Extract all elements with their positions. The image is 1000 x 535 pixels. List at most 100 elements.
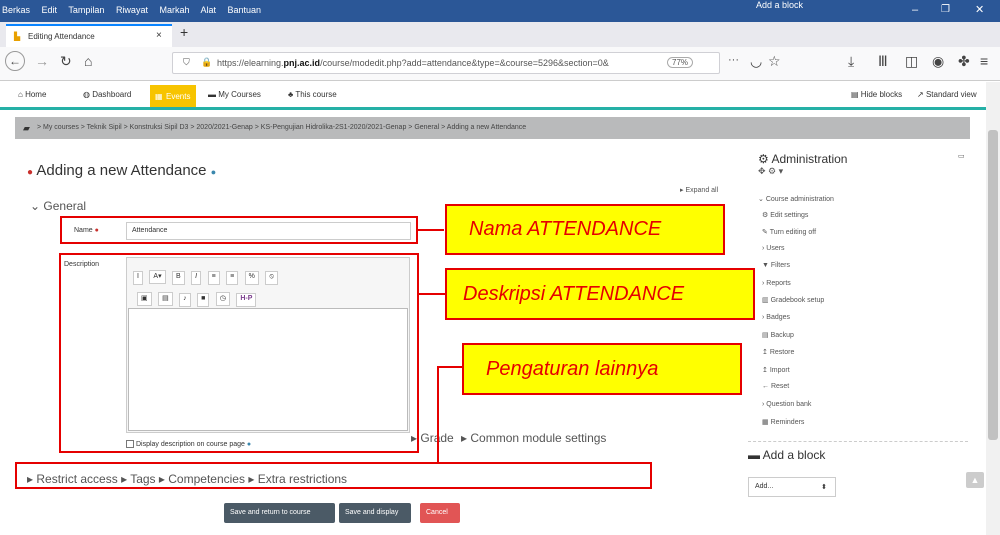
help-icon[interactable]: ●	[211, 167, 216, 177]
annotation-name-box	[60, 216, 418, 244]
menu-bar: Berkas Edit Tampilan Riwayat Markah Alat…	[2, 5, 270, 15]
pencil-icon: ✎	[762, 229, 768, 236]
minimize-button[interactable]: –	[912, 4, 918, 16]
menu-markah[interactable]: Markah	[159, 5, 189, 15]
new-tab-button[interactable]: +	[180, 24, 188, 40]
save-return-button[interactable]: Save and return to course	[224, 503, 335, 523]
scrollbar-thumb[interactable]	[988, 130, 998, 440]
callout-deskripsi: Deskripsi ATTENDANCE	[445, 268, 755, 320]
connector-line-pengaturan-v	[437, 366, 439, 462]
nav-this-course[interactable]: ♣ This course	[288, 90, 337, 99]
reset-icon: ←	[762, 383, 769, 390]
menu-riwayat[interactable]: Riwayat	[116, 5, 148, 15]
sidebar-badges[interactable]: › Badges	[762, 314, 790, 321]
tab-editing-attendance[interactable]: ▙ Editing Attendance ×	[6, 24, 172, 47]
add-block-behind: Add a block	[756, 0, 804, 10]
sidebar-backup[interactable]: ▤ Backup	[762, 331, 794, 339]
sidebar-turn-editing-off[interactable]: ✎ Turn editing off	[762, 228, 816, 236]
section-general[interactable]: ⌄ General	[30, 199, 86, 213]
callout-pengaturan: Pengaturan lainnya	[462, 343, 742, 395]
extension-icon[interactable]: ✤	[958, 53, 970, 70]
connector-line-description	[419, 293, 445, 295]
folder-icon: ▰	[23, 123, 30, 133]
close-window-button[interactable]: ✕	[975, 3, 984, 16]
section-common-module[interactable]: ▸ Common module settings	[461, 431, 606, 445]
sidebar-reminders[interactable]: ▦ Reminders	[762, 418, 804, 426]
expand-all-link[interactable]: ▸ Expand all	[680, 186, 718, 194]
calendar-icon: ▦	[762, 419, 769, 426]
sidebar-question-bank[interactable]: › Question bank	[762, 401, 811, 408]
callout-nama: Nama ATTENDANCE	[445, 204, 725, 255]
url-text: https://elearning.pnj.ac.id/course/moded…	[217, 58, 609, 68]
select-arrow-icon: ⬍	[821, 484, 827, 491]
menu-edit[interactable]: Edit	[42, 5, 58, 15]
home-icon[interactable]: ⌂	[84, 53, 92, 69]
hamburger-menu-icon[interactable]: ≡	[980, 53, 988, 69]
connector-line-pengaturan-h	[438, 366, 462, 368]
gears-icon: ⚙	[758, 152, 769, 166]
shield-icon: ⛉	[183, 57, 190, 67]
sidebar-edit-settings[interactable]: ⚙ Edit settings	[762, 211, 808, 219]
nav-events[interactable]: ▦ Events	[150, 85, 196, 107]
window-titlebar: Berkas Edit Tampilan Riwayat Markah Alat…	[0, 0, 1000, 22]
sidebar-import[interactable]: ↥ Import	[762, 366, 790, 374]
sidebar-gradebook-setup[interactable]: ▥ Gradebook setup	[762, 296, 824, 304]
menu-tampilan[interactable]: Tampilan	[68, 5, 104, 15]
sidebar-reset[interactable]: ← Reset	[762, 383, 789, 390]
add-block-title: ▬ Add a block	[748, 448, 826, 462]
menu-berkas[interactable]: Berkas	[2, 5, 30, 15]
sidebar-toggle-icon[interactable]: ◫	[905, 53, 918, 70]
save-display-button[interactable]: Save and display	[339, 503, 411, 523]
bookmark-star-icon[interactable]: ☆	[768, 53, 781, 70]
connector-line-name	[418, 229, 444, 231]
menu-alat[interactable]: Alat	[201, 5, 217, 15]
lock-icon: 🔒	[201, 57, 213, 67]
page-title: ● Adding a new Attendance ●	[27, 162, 217, 179]
gear-icon: ⚙	[762, 212, 769, 219]
nav-my-courses[interactable]: ▬ My Courses	[208, 90, 261, 99]
calendar-icon: ▦	[155, 92, 163, 101]
filter-icon: ▼	[762, 262, 769, 269]
block-collapse-icon[interactable]: ▭	[958, 152, 965, 160]
reload-icon[interactable]: ↻	[60, 53, 72, 70]
block-icon: ▬	[748, 448, 760, 462]
sidebar-users[interactable]: › Users	[762, 245, 785, 252]
breadcrumb-text[interactable]: > My courses > Teknik Sipil > Konstruksi…	[37, 124, 526, 131]
tab-title: Editing Attendance	[28, 32, 95, 41]
download-icon[interactable]: ⤓	[848, 53, 854, 70]
annotation-other-settings-box	[15, 462, 652, 489]
sidebar-filters[interactable]: ▼ Filters	[762, 262, 790, 269]
breadcrumb: ▰ > My courses > Teknik Sipil > Konstruk…	[15, 117, 970, 139]
import-icon: ↥	[762, 367, 768, 374]
backup-icon: ▤	[762, 332, 769, 339]
administration-title: ⚙ Administration	[758, 152, 848, 166]
url-bar[interactable]: ⛉ 🔒 https://elearning.pnj.ac.id/course/m…	[172, 52, 720, 74]
forward-icon[interactable]: →	[35, 53, 49, 69]
nav-dashboard[interactable]: ◍ Dashboard	[83, 90, 131, 99]
nav-home[interactable]: ⌂ Home	[18, 90, 46, 99]
annotation-description-box	[59, 253, 419, 453]
sidebar-restore[interactable]: ↥ Restore	[762, 348, 794, 356]
menu-bantuan[interactable]: Bantuan	[228, 5, 262, 15]
tab-close-icon[interactable]: ×	[156, 30, 162, 41]
moodle-favicon-icon: ▙	[14, 32, 21, 41]
standard-view-link[interactable]: ↗ Standard view	[917, 90, 977, 99]
back-to-top-button[interactable]: ▲	[966, 472, 984, 488]
account-icon[interactable]: ◉	[932, 53, 944, 70]
grades-icon: ▥	[762, 297, 769, 304]
pocket-icon[interactable]: ◡	[750, 53, 762, 70]
zoom-level[interactable]: 77%	[667, 57, 694, 68]
sidebar-divider	[748, 441, 968, 442]
course-admin-node[interactable]: ⌄ Course administration	[758, 195, 834, 203]
required-icon: ●	[27, 167, 34, 178]
sidebar-reports[interactable]: › Reports	[762, 280, 791, 287]
hide-blocks-link[interactable]: ▤ Hide blocks	[851, 90, 902, 99]
library-icon[interactable]: Ⅲ	[878, 53, 888, 70]
maximize-button[interactable]: ❐	[941, 4, 950, 15]
page-actions-icon[interactable]: ···	[728, 54, 739, 66]
back-icon[interactable]: ←	[5, 51, 25, 71]
add-block-select[interactable]: Add... ⬍	[748, 477, 836, 497]
cancel-button[interactable]: Cancel	[420, 503, 460, 523]
block-actions[interactable]: ✥ ⚙ ▾	[758, 166, 783, 177]
restore-icon: ↥	[762, 349, 768, 356]
